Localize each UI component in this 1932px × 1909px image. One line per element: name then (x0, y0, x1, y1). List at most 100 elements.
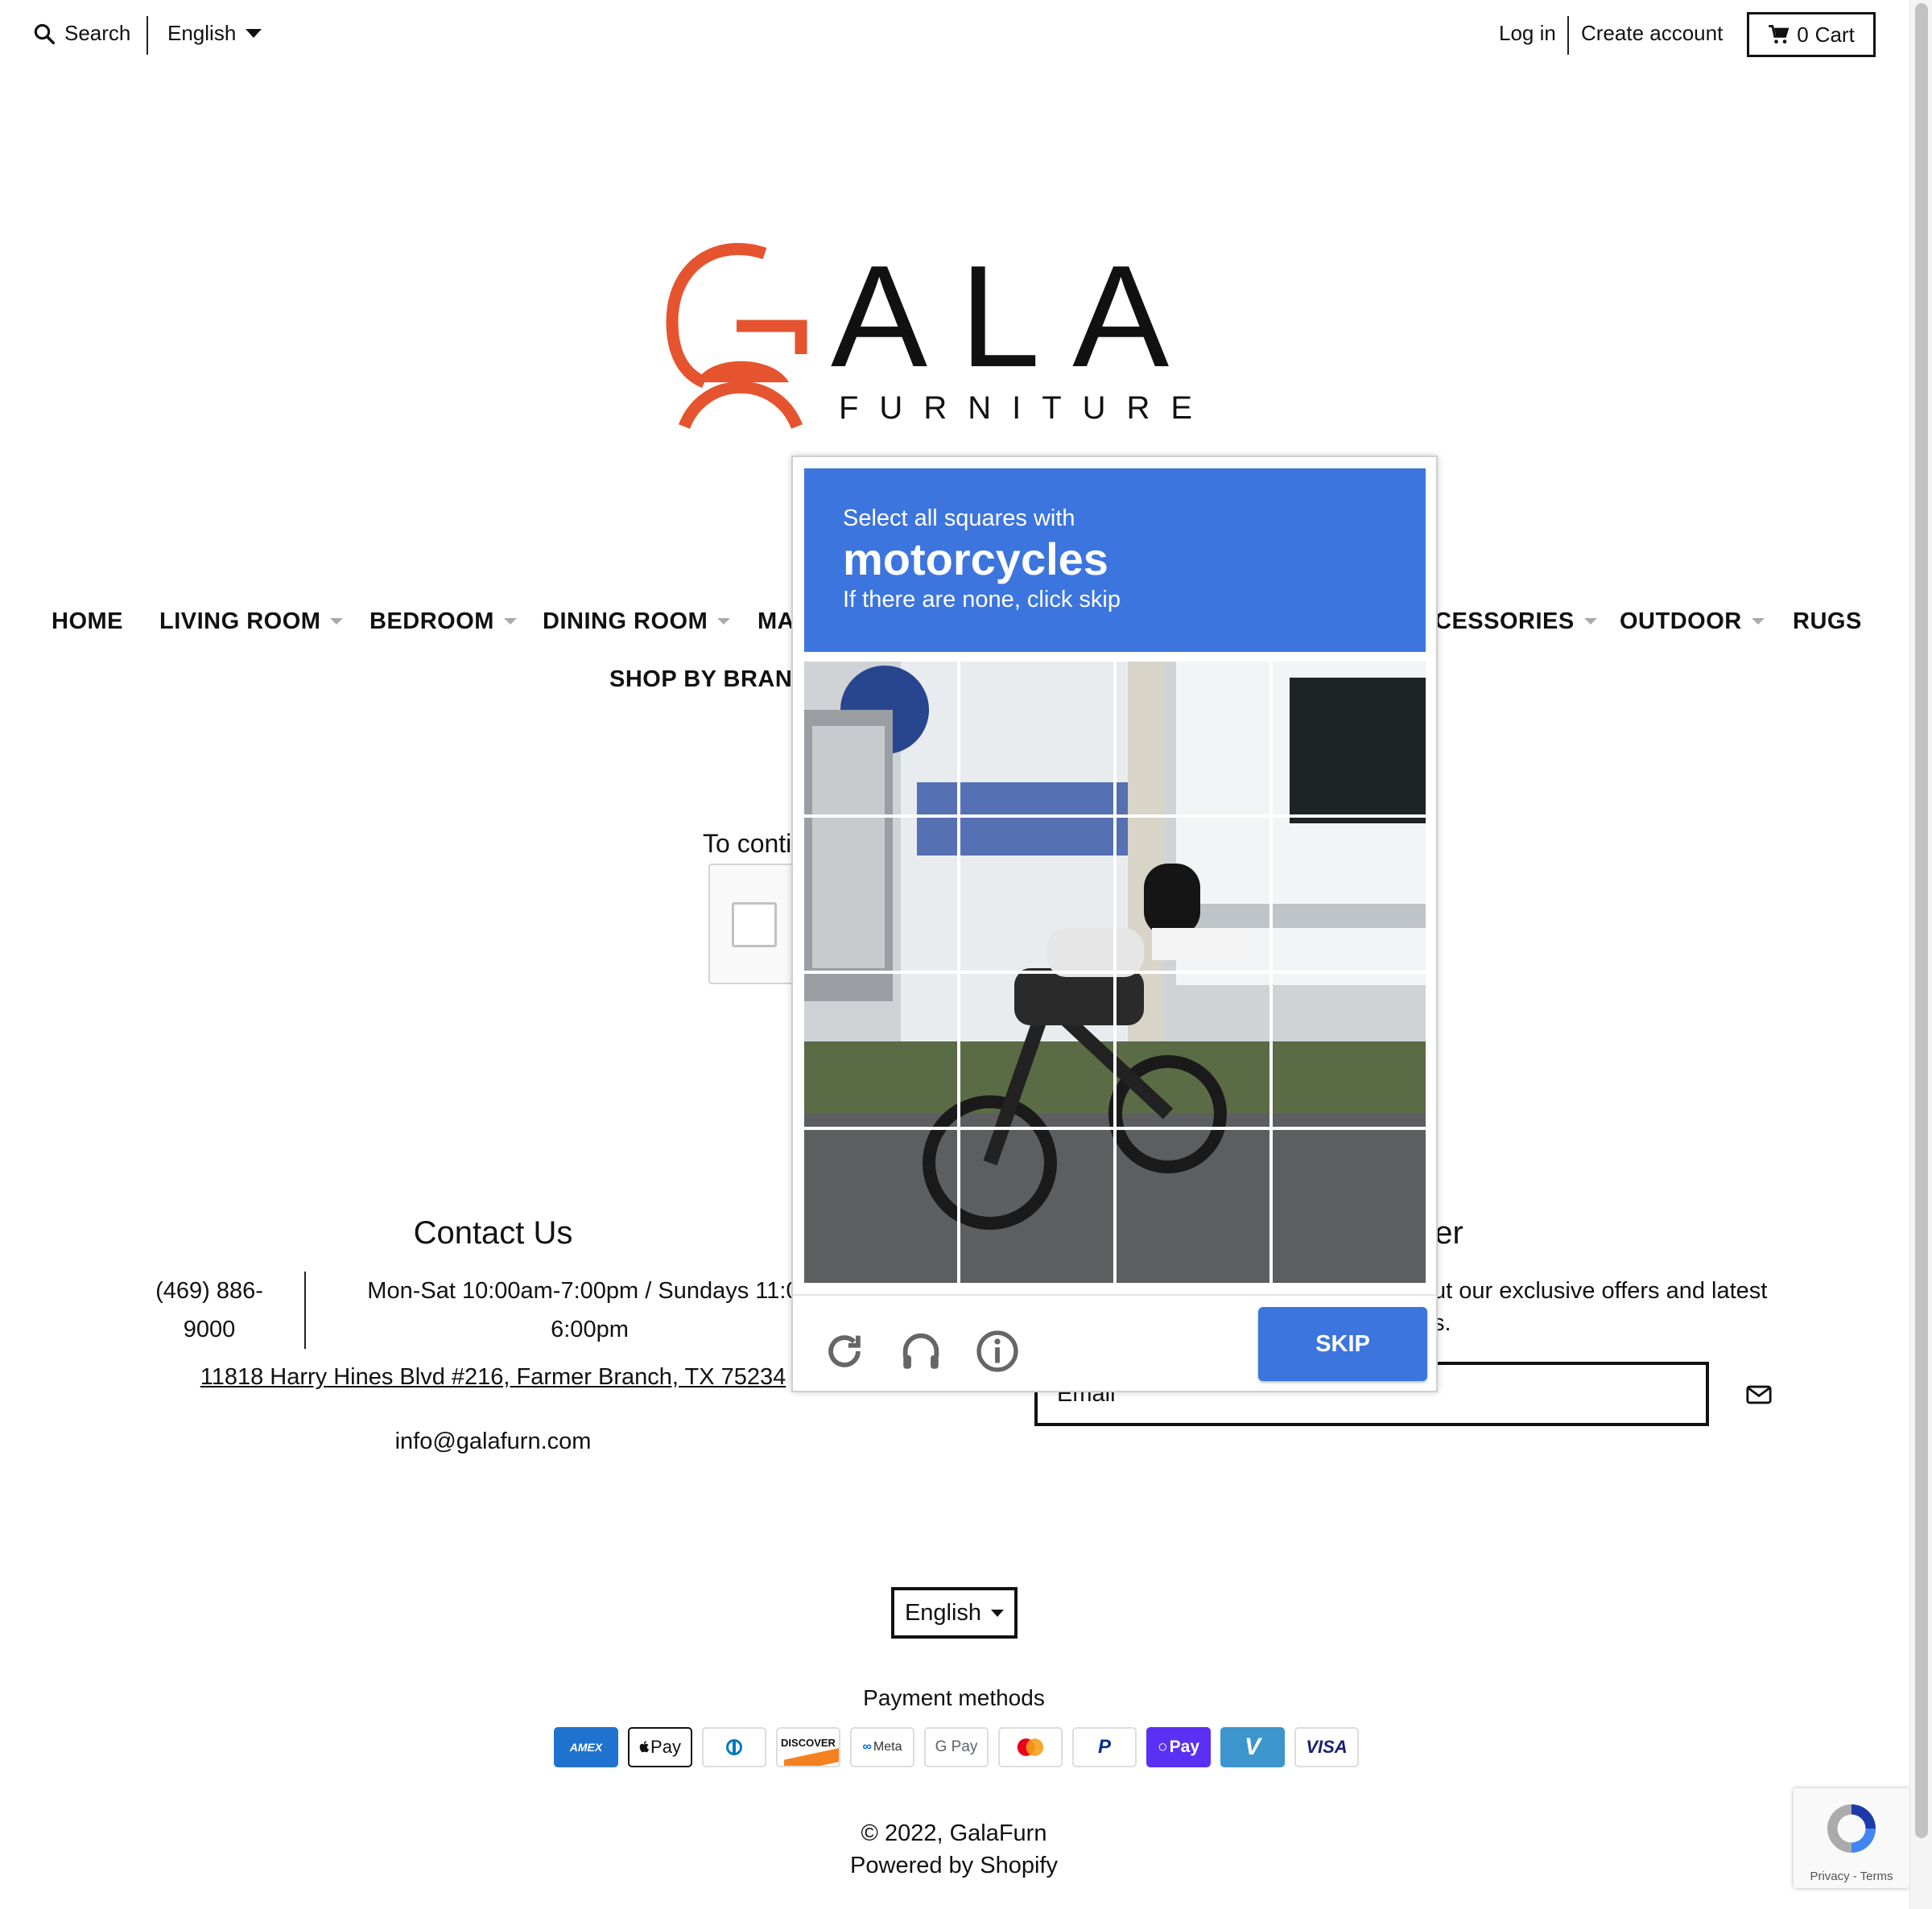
chevron-down-icon (991, 1609, 1005, 1617)
recaptcha-logo-icon (1827, 1804, 1876, 1853)
language-label: English (904, 1599, 982, 1626)
grid-tile[interactable] (1273, 974, 1426, 1127)
cart-icon (1769, 25, 1790, 44)
payment-label: V (1244, 1734, 1261, 1760)
nav-label: BEDROOM (369, 608, 494, 634)
grid-tile[interactable] (1273, 662, 1426, 814)
search-button[interactable]: Search (32, 21, 130, 46)
challenge-image-grid (804, 662, 1426, 1283)
page-scrollbar[interactable] (1909, 0, 1932, 1909)
diners-club-icon (702, 1727, 766, 1767)
chair-g-mark (666, 242, 807, 430)
dropdown-caret-icon (1751, 618, 1765, 625)
meta-pay-icon: ∞ Meta (850, 1727, 914, 1767)
cart-button[interactable]: 0 Cart (1747, 12, 1876, 57)
gala-furniture-logo[interactable]: ALA FURNITURE (660, 233, 1191, 443)
shop-pay-icon: ○ Pay (1146, 1727, 1211, 1767)
logo-wordmark: ALA (831, 236, 1191, 398)
nav-label: HOME (52, 608, 123, 634)
grid-tile[interactable] (960, 662, 1113, 814)
info-icon[interactable] (974, 1328, 1021, 1375)
nav-label: MA (758, 608, 795, 634)
nav-label: DINING ROOM (543, 608, 708, 634)
grid-tile[interactable] (1273, 1130, 1426, 1283)
refresh-icon[interactable] (821, 1328, 868, 1375)
logo-tagline: FURNITURE (839, 390, 1191, 426)
paypal-icon: P (1072, 1727, 1137, 1767)
create-account-link[interactable]: Create account (1581, 21, 1723, 46)
skip-button[interactable]: SKIP (1258, 1307, 1427, 1381)
grid-tile[interactable] (804, 818, 957, 971)
nav-label: OUTDOOR (1620, 608, 1742, 634)
powered-by-link[interactable]: Powered by Shopify (0, 1853, 1908, 1879)
store-hours: Mon-Sat 10:00am-7:00pm / Sundays 11:00 6… (338, 1272, 841, 1349)
top-bar: Search English Log in Create account 0 C… (0, 0, 1916, 72)
nav-living-room[interactable]: LIVING ROOM (159, 608, 344, 635)
recaptcha-badge[interactable]: Privacy - Terms (1794, 1788, 1909, 1888)
grid-tile[interactable] (1117, 1130, 1269, 1283)
nav-mattresses[interactable]: MA (758, 608, 795, 635)
nav-rugs[interactable]: RUGS (1793, 608, 1862, 635)
grid-tile[interactable] (804, 662, 957, 814)
payment-label: G Pay (935, 1738, 978, 1755)
payment-methods-title: Payment methods (863, 1685, 1045, 1710)
nav-label: LIVING ROOM (159, 608, 321, 634)
hours-line: 6:00pm (551, 1317, 629, 1342)
grid-tile[interactable] (1273, 818, 1426, 971)
challenge-instructions: Select all squares with motorcycles If t… (804, 468, 1426, 652)
grid-tile[interactable] (960, 818, 1113, 971)
hours-line: Mon-Sat 10:00am-7:00pm / Sundays 11:00 (367, 1278, 812, 1304)
search-label: Search (64, 21, 131, 45)
grid-tile[interactable] (1117, 662, 1269, 814)
grid-tile[interactable] (960, 974, 1113, 1127)
payment-label: P (1097, 1736, 1111, 1758)
login-link[interactable]: Log in (1499, 21, 1556, 46)
divider (147, 16, 148, 55)
email-link[interactable]: info@galafurn.com (0, 1429, 986, 1455)
newsletter-text: ut our exclusive offers and latest (1433, 1278, 1768, 1304)
grid-tile[interactable] (960, 1130, 1113, 1283)
challenge-target-word: motorcycles (843, 534, 1108, 584)
dropdown-caret-icon (503, 618, 517, 625)
nav-outdoor[interactable]: OUTDOOR (1620, 608, 1765, 635)
nav-label: CESSORIES (1435, 608, 1575, 634)
payment-label: Pay (1169, 1738, 1200, 1756)
payment-label: Pay (650, 1737, 681, 1757)
visa-icon: VISA (1294, 1727, 1359, 1767)
nav-accessories[interactable]: CESSORIES (1435, 608, 1597, 635)
grid-tile[interactable] (1117, 974, 1269, 1127)
recaptcha-challenge-popup: Select all squares with motorcycles If t… (791, 456, 1438, 1392)
captcha-prompt: To conti (703, 829, 792, 858)
apple-icon (639, 1741, 650, 1753)
footer-language-selector[interactable]: English (891, 1587, 1018, 1639)
grid-tile[interactable] (804, 974, 957, 1127)
scrollbar-thumb[interactable] (1915, 3, 1928, 1838)
phone-line: (469) 886- (155, 1278, 263, 1304)
grid-tile[interactable] (804, 1130, 957, 1283)
nav-home[interactable]: HOME (52, 608, 123, 635)
recaptcha-privacy-terms: Privacy - Terms (1810, 1870, 1893, 1883)
apple-pay-icon: Pay (628, 1727, 692, 1767)
google-pay-icon: G Pay (924, 1727, 989, 1767)
nav-bedroom[interactable]: BEDROOM (369, 608, 517, 635)
search-icon (34, 23, 55, 44)
cart-label: Cart (1814, 22, 1855, 47)
grid-tile[interactable] (1117, 818, 1269, 971)
phone-line: 9000 (183, 1317, 236, 1342)
payment-label: Meta (873, 1740, 902, 1754)
language-selector[interactable]: English (167, 21, 262, 46)
mastercard-icon (998, 1727, 1063, 1767)
dropdown-caret-icon (1583, 618, 1597, 625)
nav-label: RUGS (1793, 608, 1862, 634)
headphones-icon[interactable] (898, 1328, 944, 1375)
language-label: English (167, 21, 237, 45)
dropdown-caret-icon (330, 618, 344, 625)
nav-dining-room[interactable]: DINING ROOM (543, 608, 731, 635)
recaptcha-checkbox[interactable] (732, 902, 777, 947)
copyright: © 2022, GalaFurn (861, 1820, 1047, 1846)
subscribe-mail-icon[interactable] (1745, 1381, 1773, 1408)
phone-number[interactable]: (469) 886- 9000 (137, 1272, 282, 1349)
amex-icon: AMEX (554, 1727, 618, 1767)
nav-shop-by-brand[interactable]: SHOP BY BRAND (609, 666, 810, 693)
chevron-down-icon (246, 29, 262, 38)
